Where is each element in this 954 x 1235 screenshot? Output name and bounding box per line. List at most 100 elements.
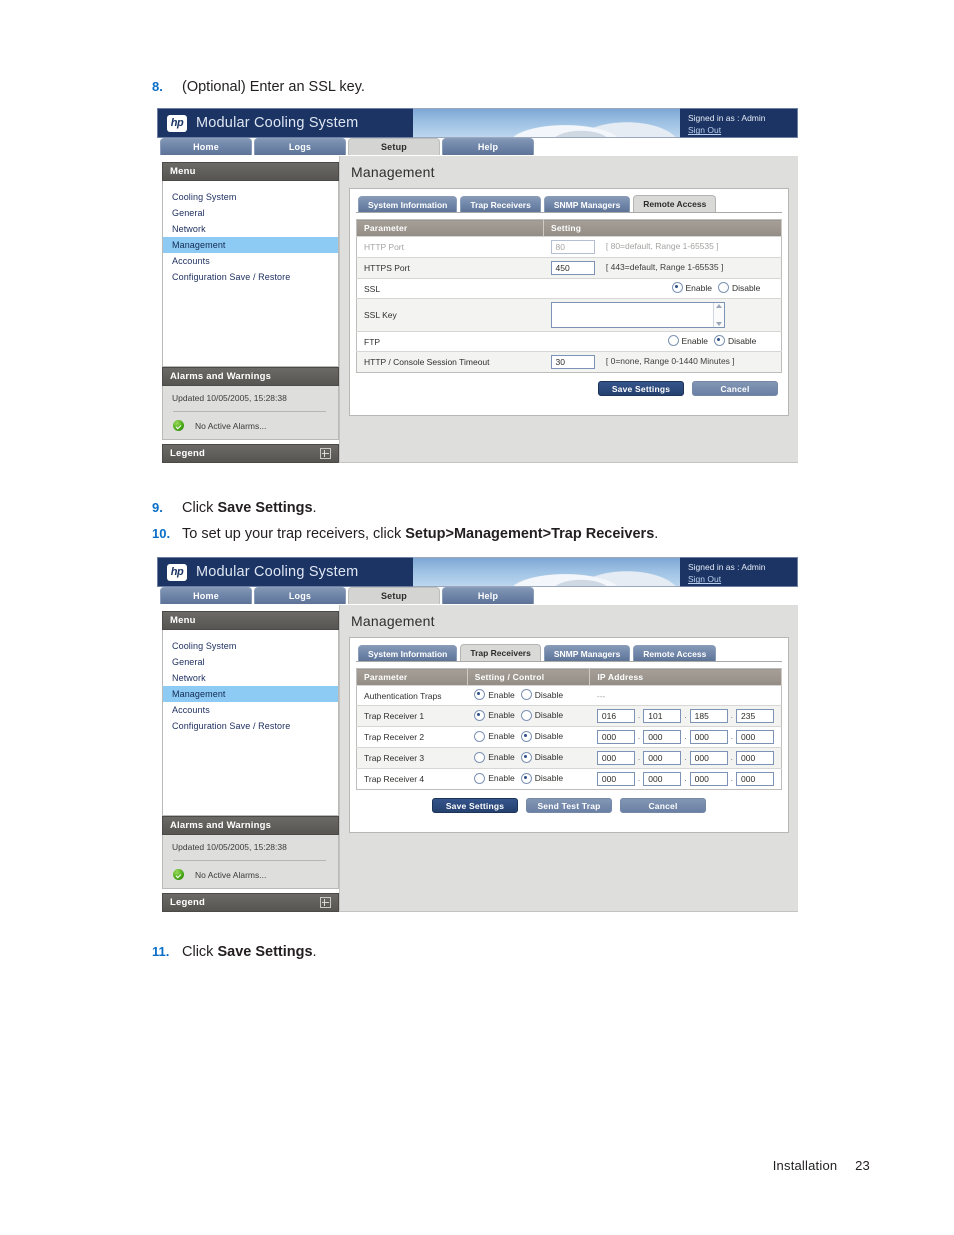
sidebar-item-accounts[interactable]: Accounts [163,702,338,718]
ssl-enable-radio[interactable]: Enable [671,282,712,293]
ftp-disable-radio[interactable]: Disable [713,335,757,346]
nav-tab-help[interactable]: Help [442,587,534,604]
row-label-https-port: HTTPS Port [356,257,544,279]
trap1-ip-octet-1[interactable]: 016 [596,709,635,723]
nav-tab-logs[interactable]: Logs [254,138,346,155]
trap1-ip-octet-4[interactable]: 235 [736,709,774,723]
session-timeout-hint: [ 0=none, Range 0-1440 Minutes ] [605,356,735,367]
ftp-enable-radio[interactable]: Enable [667,335,708,346]
send-test-trap-button[interactable]: Send Test Trap [526,798,612,813]
save-settings-button[interactable]: Save Settings [598,381,684,396]
sign-out-link[interactable]: Sign Out [688,124,721,136]
expand-icon[interactable] [320,448,331,459]
legend-header[interactable]: Legend [162,893,339,912]
nav-tab-help[interactable]: Help [442,138,534,155]
sidebar-item-general[interactable]: General [163,205,338,221]
sidebar-item-configuration-save-restore[interactable]: Configuration Save / Restore [163,718,338,734]
trap3-enable-radio[interactable]: Enable [474,751,515,763]
legend-header[interactable]: Legend [162,444,339,463]
trap4-ip-octet-3[interactable]: 000 [689,772,728,786]
alarm-status-label: No Active Alarms... [195,869,267,880]
cancel-button[interactable]: Cancel [620,798,706,813]
auth-traps-enable-radio[interactable]: Enable [474,689,515,700]
footer-page-number: 23 [855,1158,870,1173]
ftp-disable-label: Disable [727,335,757,346]
table-row: HTTP Port 80 [ 80=default, Range 1-65535… [356,236,782,258]
trap4-ip-octet-2[interactable]: 000 [643,772,682,786]
auth-traps-disable-radio[interactable]: Disable [520,689,563,700]
sidebar-item-configuration-save-restore[interactable]: Configuration Save / Restore [163,269,338,285]
ssl-disable-radio[interactable]: Disable [717,282,760,293]
sidebar-item-management[interactable]: Management [163,686,338,702]
sidebar-item-network[interactable]: Network [163,670,338,686]
trap-receivers-button-row: Save Settings Send Test Trap Cancel [356,790,782,815]
signin-info: Signed in as : Admin Sign Out [680,557,798,587]
trap4-disable-radio[interactable]: Disable [520,772,563,784]
ssl-key-field[interactable] [552,303,713,327]
https-port-input[interactable]: 450 [550,261,595,275]
tab-trap-receivers[interactable]: Trap Receivers [460,644,541,661]
tab-remote-access[interactable]: Remote Access [633,195,717,212]
trap3-ip-octet-1[interactable]: 000 [596,751,635,765]
table-header-row: Parameter Setting / Control IP Address [356,668,782,686]
step-text: To set up your trap receivers, click Set… [182,525,658,544]
nav-tab-logs[interactable]: Logs [254,587,346,604]
trap3-ip-octet-3[interactable]: 000 [689,751,728,765]
trap1-disable-radio[interactable]: Disable [520,709,563,721]
trap3-disable-radio[interactable]: Disable [520,751,563,763]
row-ip-authentication-traps: --- [589,685,782,706]
page-footer: Installation 23 [773,1158,870,1173]
sign-out-link[interactable]: Sign Out [688,573,721,585]
radio-icon [667,335,679,346]
legend-header-label: Legend [170,448,205,459]
ssl-key-textarea[interactable] [550,302,725,328]
nav-tab-home[interactable]: Home [160,138,252,155]
trap2-ip-octet-3[interactable]: 000 [689,730,728,744]
trap3-ip-octet-2[interactable]: 000 [643,751,682,765]
tab-system-information[interactable]: System Information [358,645,458,661]
chevron-up-icon[interactable] [715,304,722,308]
trap4-ip-octet-1[interactable]: 000 [596,772,635,786]
trap4-ip-octet-4[interactable]: 000 [736,772,774,786]
sidebar-item-network[interactable]: Network [163,221,338,237]
ip-separator: . [637,731,641,742]
ftp-enable-label: Enable [681,335,708,346]
trap1-ip-octet-3[interactable]: 185 [689,709,728,723]
trap1-enable-radio[interactable]: Enable [474,709,515,721]
chevron-down-icon[interactable] [715,322,722,326]
nav-tab-setup[interactable]: Setup [348,138,440,155]
trap2-ip-octet-1[interactable]: 000 [596,730,635,744]
cancel-button[interactable]: Cancel [692,381,778,396]
tab-trap-receivers[interactable]: Trap Receivers [460,196,541,212]
sidebar-item-cooling-system[interactable]: Cooling System [163,189,338,205]
trap2-disable-radio[interactable]: Disable [520,730,563,742]
trap2-ip-octet-4[interactable]: 000 [736,730,774,744]
trap3-ip-octet-4[interactable]: 000 [736,751,774,765]
app-body: Menu Cooling System General Network Mana… [157,605,798,912]
trap2-ip-octet-2[interactable]: 000 [643,730,682,744]
tab-snmp-managers[interactable]: SNMP Managers [543,196,631,212]
trap2-enable-radio[interactable]: Enable [474,730,515,742]
expand-icon[interactable] [320,897,331,908]
ip-separator: . [730,731,733,742]
radio-icon [520,689,532,700]
sidebar-item-cooling-system[interactable]: Cooling System [163,638,338,654]
sidebar-item-accounts[interactable]: Accounts [163,253,338,269]
save-settings-button[interactable]: Save Settings [432,798,518,813]
session-timeout-input[interactable]: 30 [550,355,595,369]
nav-tab-setup[interactable]: Setup [348,587,440,604]
tab-snmp-managers[interactable]: SNMP Managers [543,645,631,661]
tab-remote-access[interactable]: Remote Access [633,645,717,661]
alarm-status-row: No Active Alarms... [163,869,338,880]
nav-tab-home[interactable]: Home [160,587,252,604]
trap3-enable-label: Enable [488,752,515,762]
tab-system-information[interactable]: System Information [358,196,458,212]
scrollbar[interactable] [712,303,724,327]
sidebar-item-management[interactable]: Management [163,237,338,253]
trap4-enable-radio[interactable]: Enable [474,772,515,784]
trap1-ip-octet-2[interactable]: 101 [643,709,682,723]
row-label-trap-receiver-2: Trap Receiver 2 [356,726,468,748]
step-text-pre: To set up your trap receivers, click [182,526,406,542]
sidebar-item-general[interactable]: General [163,654,338,670]
